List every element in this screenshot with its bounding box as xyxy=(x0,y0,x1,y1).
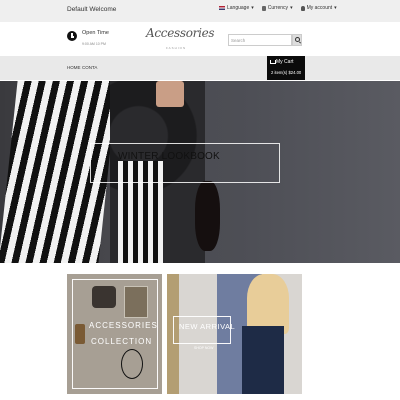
hero-text-frame xyxy=(90,143,280,183)
cart-summary: 2 item(s) $24.00 xyxy=(271,70,302,75)
nav-item-home[interactable]: HOME xyxy=(67,65,81,70)
nav-item-contact[interactable]: CONTA xyxy=(82,65,97,70)
top-bar: Default Welcome Language ▾ Currency ▾ My… xyxy=(0,0,400,23)
banner-title-line2: COLLECTION xyxy=(91,337,153,346)
shop-now-link[interactable]: SHOP NOW xyxy=(194,346,213,350)
currency-selector[interactable]: Currency ▾ xyxy=(261,5,293,11)
banner-new-arrival[interactable]: NEW ARRIVAL SHOP NOW xyxy=(167,274,302,394)
brand-logo[interactable]: Accessories xyxy=(146,26,215,40)
user-icon xyxy=(300,5,305,11)
caret-down-icon: ▾ xyxy=(334,5,337,11)
account-label: My account xyxy=(306,5,333,11)
hand-image xyxy=(156,81,184,107)
account-menu[interactable]: My account ▾ xyxy=(300,5,337,11)
caret-down-icon: ▾ xyxy=(290,5,293,11)
hair-image xyxy=(195,181,220,251)
search-icon[interactable] xyxy=(292,34,302,46)
currency-icon xyxy=(261,5,266,11)
header: Open Time 9:00 AM 10 PM Accessories FASH… xyxy=(0,22,400,56)
banner-title-line1: ACCESSORIES xyxy=(89,321,158,330)
language-label: Language xyxy=(227,5,250,11)
open-time-hours: 9:00 AM 10 PM xyxy=(82,42,106,46)
model-hair-image xyxy=(247,274,289,334)
main-nav: HOME CONTA xyxy=(0,56,400,80)
search-input[interactable]: Search xyxy=(228,34,292,46)
model-jacket-image xyxy=(242,326,284,394)
banner-frame xyxy=(72,279,158,389)
cart-widget[interactable]: My Cart 2 item(s) $24.00 xyxy=(267,56,305,80)
language-selector[interactable]: Language ▾ xyxy=(219,5,254,11)
new-arrival-title: NEW ARRIVAL xyxy=(179,322,236,331)
flag-icon xyxy=(219,6,225,10)
currency-label: Currency xyxy=(267,5,289,11)
open-time-title: Open Time xyxy=(82,30,109,36)
cart-title: My Cart xyxy=(276,59,294,65)
hero-title: WINTER LOOKBOOK xyxy=(118,151,220,162)
caret-down-icon: ▾ xyxy=(251,5,254,11)
top-links: Language ▾ Currency ▾ My account ▾ xyxy=(219,5,337,11)
brand-logo-subtitle: FASHION xyxy=(166,46,187,50)
welcome-text: Default Welcome xyxy=(67,6,117,13)
clock-icon xyxy=(67,31,77,41)
banner-accessories[interactable]: ACCESSORIES COLLECTION xyxy=(67,274,162,394)
hero-banner[interactable]: WINTER LOOKBOOK xyxy=(0,81,400,263)
